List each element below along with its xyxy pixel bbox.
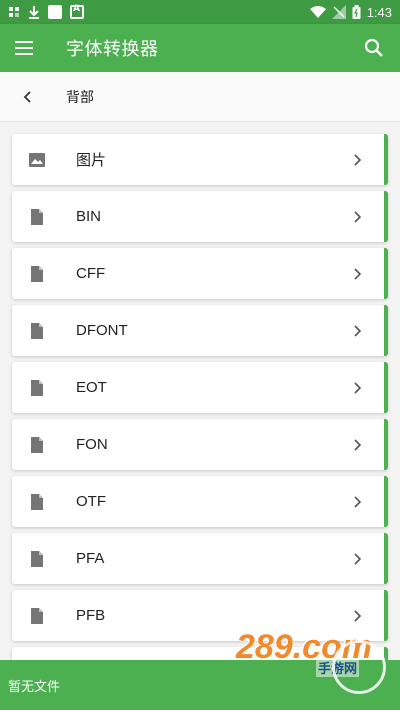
chevron-right-icon xyxy=(354,324,362,337)
list-item-eot[interactable]: EOT xyxy=(12,362,388,413)
list-item-label: CFF xyxy=(76,265,106,282)
file-icon xyxy=(31,322,43,339)
chevron-right-icon xyxy=(354,153,362,166)
list-item-fon[interactable]: FON xyxy=(12,419,388,470)
list-item-label: OTF xyxy=(76,493,106,510)
status-bar: 1:43 xyxy=(0,0,400,24)
list-item-label: EOT xyxy=(76,379,107,396)
list-item-label: BIN xyxy=(76,208,102,225)
breadcrumb: 背部 xyxy=(0,72,400,122)
app-bar: 字体转换器 xyxy=(0,24,400,72)
chevron-right-icon xyxy=(354,267,362,280)
list-item-label: DFONT xyxy=(76,322,128,339)
file-icon xyxy=(31,265,43,282)
a-box-icon xyxy=(70,4,84,19)
file-icon xyxy=(31,208,43,225)
chevron-right-icon xyxy=(354,552,362,565)
list-item-label: 图片 xyxy=(76,152,107,169)
breadcrumb-title: 背部 xyxy=(66,89,94,106)
menu-icon[interactable] xyxy=(14,40,34,56)
empty-files-text: 暂无文件 xyxy=(8,679,61,695)
file-icon xyxy=(31,436,43,453)
file-icon xyxy=(31,379,43,396)
list-item-pfb[interactable]: PFB xyxy=(12,590,388,641)
download-icon xyxy=(29,6,39,19)
list-item-otf[interactable]: OTF xyxy=(12,476,388,527)
list-item-label: PFA xyxy=(76,550,105,567)
file-type-list: 图片 BIN CFF DFONT EOT FON OTF PFA PFB xyxy=(12,134,388,673)
battery-icon xyxy=(352,5,361,19)
status-left-icons xyxy=(8,4,84,19)
list-item-dfont[interactable]: DFONT xyxy=(12,305,388,356)
list-item-label: FON xyxy=(76,436,108,453)
chevron-left-icon[interactable] xyxy=(18,87,38,107)
file-icon xyxy=(31,607,43,624)
signal-icon xyxy=(331,5,346,19)
image-icon xyxy=(29,152,45,167)
status-time: 1:43 xyxy=(366,4,392,20)
file-icon xyxy=(31,550,43,567)
app-square-icon xyxy=(48,5,62,19)
chevron-right-icon xyxy=(354,210,362,223)
list-item-label: PFB xyxy=(76,607,106,624)
list-item-bin[interactable]: BIN xyxy=(12,191,388,242)
list-item-pfa[interactable]: PFA xyxy=(12,533,388,584)
search-icon[interactable] xyxy=(362,36,386,60)
wifi-icon xyxy=(309,6,326,18)
chevron-right-icon xyxy=(354,381,362,394)
list-item-image[interactable]: 图片 xyxy=(12,134,388,185)
chevron-right-icon xyxy=(354,609,362,622)
chevron-right-icon xyxy=(354,438,362,451)
status-right-icons: 1:43 xyxy=(309,4,392,20)
list-item-cff[interactable]: CFF xyxy=(12,248,388,299)
chevron-right-icon xyxy=(354,495,362,508)
app-title: 字体转换器 xyxy=(66,39,159,60)
screen-icon xyxy=(9,7,19,17)
file-icon xyxy=(31,493,43,510)
bottom-status-bar: 暂无文件 xyxy=(0,660,400,710)
